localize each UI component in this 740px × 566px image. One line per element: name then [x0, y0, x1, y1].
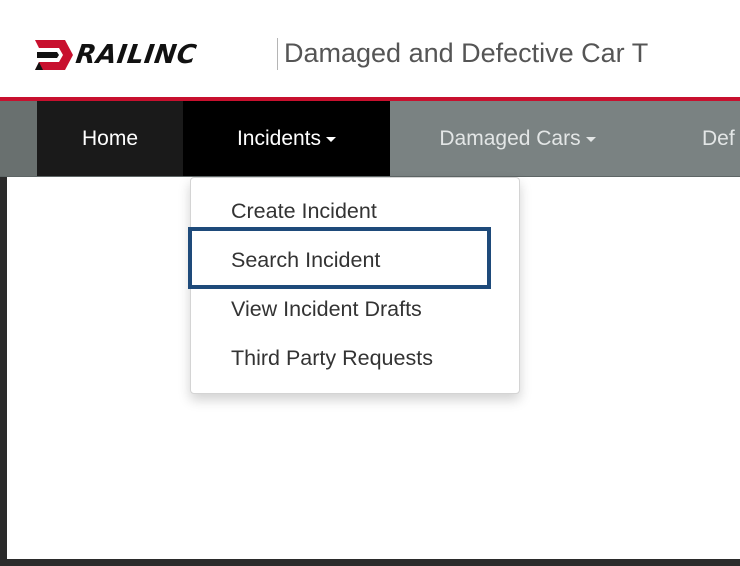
caret-down-icon	[326, 137, 337, 142]
nav-damaged-cars[interactable]: Damaged Cars	[390, 101, 645, 176]
caret-down-icon	[585, 137, 596, 142]
railinc-logo[interactable]: RAILINC	[35, 37, 199, 73]
nav-defective-cars[interactable]: Def	[645, 101, 740, 176]
nav-home[interactable]: Home	[37, 101, 183, 176]
nav-damaged-cars-label: Damaged Cars	[439, 126, 581, 150]
railinc-chevron-logo-icon	[35, 40, 73, 70]
navbar-left-strip	[0, 101, 37, 176]
header-divider	[277, 38, 278, 70]
menu-item-search-incident[interactable]: Search Incident	[231, 248, 380, 273]
nav-incidents-label: Incidents	[236, 126, 322, 150]
main-navbar: Home Incidents Damaged Cars Def	[0, 101, 740, 177]
incidents-dropdown-menu: Create Incident Search Incident View Inc…	[190, 177, 520, 394]
logo-text: RAILINC	[73, 40, 199, 70]
menu-item-create-incident[interactable]: Create Incident	[231, 199, 377, 224]
menu-item-third-party-requests[interactable]: Third Party Requests	[231, 346, 433, 371]
nav-incidents[interactable]: Incidents	[183, 101, 390, 176]
app-header: RAILINC Damaged and Defective Car T	[0, 0, 740, 97]
nav-defective-cars-label: Def	[702, 126, 735, 150]
menu-item-view-incident-drafts[interactable]: View Incident Drafts	[231, 297, 422, 322]
app-title: Damaged and Defective Car T	[284, 38, 649, 68]
nav-home-label: Home	[81, 126, 139, 150]
